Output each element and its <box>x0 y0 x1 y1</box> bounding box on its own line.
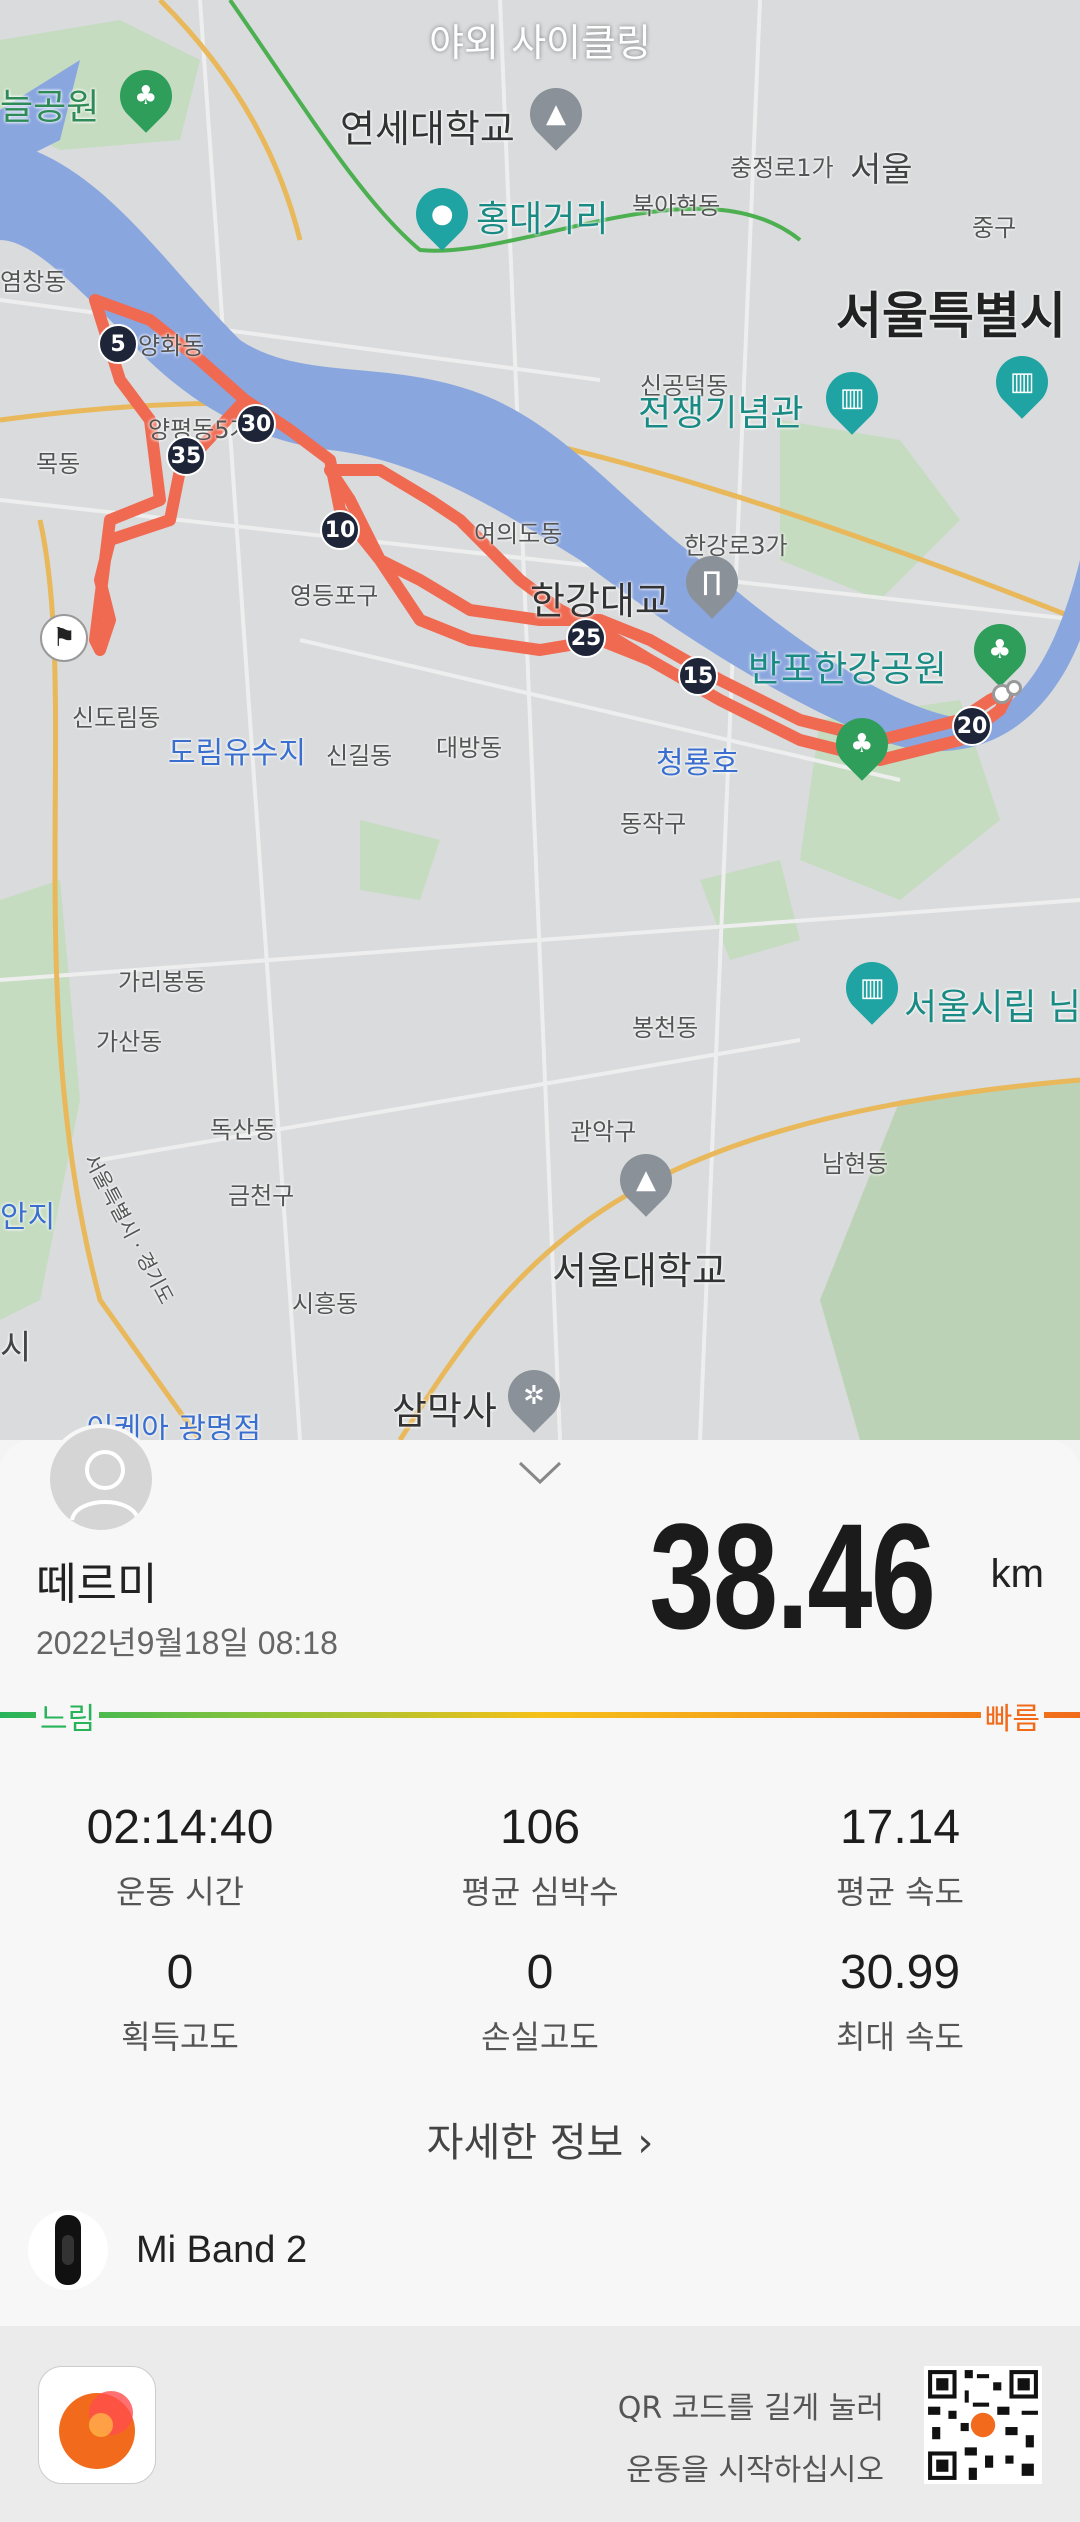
band-device-icon <box>28 2210 108 2290</box>
map-label-si: 시 <box>0 1328 32 1368</box>
map-label-garibong: 가리봉동 <box>118 968 207 996</box>
map-label-anji: 안지 <box>0 1200 56 1235</box>
stat-label: 손실고도 <box>481 2018 599 2056</box>
finish-flag-icon: ⚑ <box>40 614 88 662</box>
map-label-yanghwa: 양화동 <box>138 332 205 360</box>
distance-value: 38.46 <box>649 1492 936 1660</box>
stat-value: 0 <box>526 1946 554 1999</box>
device-row: Mi Band 2 <box>28 2210 307 2290</box>
map-label-seoul-museum: 서울시립 님 <box>904 987 1080 1028</box>
stat-value: 0 <box>166 1946 194 1999</box>
activity-datetime: 2022년9월18일 08:18 <box>36 1625 338 1661</box>
chevron-right-icon: › <box>637 2120 654 2166</box>
stat-value: 30.99 <box>839 1946 961 1999</box>
activity-type-title: 야외 사이클링 <box>429 21 651 65</box>
map-label-hongdae: 홍대거리 <box>476 199 609 240</box>
stat-avg-heart-rate: 106 평균 심박수 <box>360 1800 720 1913</box>
qr-code-icon[interactable] <box>924 2366 1042 2484</box>
stat-value: 17.14 <box>839 1801 961 1854</box>
stat-avg-speed: 17.14 평균 속도 <box>720 1800 1080 1913</box>
device-name: Mi Band 2 <box>136 2228 308 2271</box>
map-label-samaksa: 삼막사 <box>392 1389 497 1433</box>
map-label-hangang-bridge: 한강대교 <box>530 579 670 623</box>
km-marker: 30 <box>236 404 276 444</box>
user-icon <box>70 1450 140 1521</box>
avatar[interactable] <box>46 1424 156 1534</box>
speed-fast-label: 빠름 <box>980 1694 1044 1738</box>
end-point-icon <box>1006 680 1022 696</box>
map-label-seoul-city: 서울특별시 <box>836 287 1066 345</box>
map-label-chungjeongro: 충정로1가 <box>730 154 834 182</box>
qr-text-line1: QR 코드를 길게 눌러 <box>617 2391 884 2426</box>
map-label-hangangro: 한강로3가 <box>684 532 788 560</box>
map-label-sindorim: 신도림동 <box>72 704 161 732</box>
stat-duration: 02:14:40 운동 시간 <box>0 1800 360 1913</box>
map-label-cheongryongho: 청룡호 <box>656 746 739 781</box>
distance-unit: km <box>990 1552 1044 1596</box>
stat-label: 운동 시간 <box>116 1873 244 1911</box>
stat-max-speed: 30.99 최대 속도 <box>720 1945 1080 2058</box>
map-label-dongjak: 동작구 <box>620 810 687 838</box>
speed-legend-bar <box>0 1712 1080 1718</box>
map-label-yeongdeungpo: 영등포구 <box>290 582 379 610</box>
stat-label: 평균 속도 <box>836 1873 964 1911</box>
km-marker: 10 <box>320 510 360 550</box>
map-label-yeomchang: 염창동 <box>0 268 67 296</box>
map-label-siheung: 시흥동 <box>292 1290 359 1318</box>
stat-label: 평균 심박수 <box>461 1873 619 1911</box>
map-label-gwanak: 관악구 <box>570 1118 637 1146</box>
map-label-singil: 신길동 <box>326 742 393 770</box>
km-marker: 5 <box>98 324 138 364</box>
more-info-label: 자세한 정보 <box>426 2120 624 2166</box>
chevron-down-icon[interactable] <box>518 1460 562 1486</box>
map-label-snu: 서울대학교 <box>552 1249 727 1293</box>
stat-label: 획득고도 <box>121 2018 239 2056</box>
map-label-daebang: 대방동 <box>436 734 503 762</box>
app-logo-icon <box>38 2366 156 2484</box>
map-label-war-memorial: 전쟁기념관 <box>638 393 804 434</box>
share-footer: QR 코드를 길게 눌러 운동을 시작하십시오 <box>0 2326 1080 2522</box>
map-label-banpo-park: 반포한강공원 <box>748 649 947 690</box>
qr-text-line2: 운동을 시작하십시오 <box>626 2453 884 2488</box>
stat-label: 최대 속도 <box>836 2018 964 2056</box>
map-label-dorim: 도림유수지 <box>168 736 306 771</box>
km-marker: 20 <box>952 706 992 746</box>
stat-value: 106 <box>499 1801 581 1854</box>
username: 떼르미 <box>36 1559 158 1610</box>
map-label-junggu: 중구 <box>972 214 1017 242</box>
route-map[interactable]: 야외 사이클링 늘공원 ♣ 연세대학교 ▲ ● 홍대거리 충정로1가 서울 북아… <box>0 0 1080 1440</box>
more-info-button[interactable]: 자세한 정보 › <box>0 2110 1080 2168</box>
map-label-yeouido: 여의도동 <box>474 520 563 548</box>
map-label-bongcheon: 봉천동 <box>632 1014 699 1042</box>
map-label-yonsei: 연세대학교 <box>340 107 515 151</box>
km-marker: 35 <box>166 436 206 476</box>
map-label-seoul: 서울 <box>850 150 913 190</box>
map-label-bukahyeon: 북아현동 <box>632 192 721 220</box>
map-label-gasan: 가산동 <box>96 1028 163 1056</box>
qr-instructions: QR 코드를 길게 눌러 운동을 시작하십시오 <box>618 2378 884 2502</box>
stat-elevation-loss: 0 손실고도 <box>360 1945 720 2058</box>
map-label-mok: 목동 <box>36 450 81 478</box>
stats-grid: 02:14:40 운동 시간 106 평균 심박수 17.14 평균 속도 0 획득고도… <box>0 1800 1080 2058</box>
km-marker: 25 <box>566 618 606 658</box>
stat-elevation-gain: 0 획득고도 <box>0 1945 360 2058</box>
map-label-namhyeon: 남현동 <box>822 1150 889 1178</box>
km-marker: 15 <box>678 656 718 696</box>
map-label-park: 늘공원 <box>0 87 100 128</box>
stat-value: 02:14:40 <box>86 1801 274 1854</box>
summary-panel: 떼르미 2022년9월18일 08:18 38.46 km 느림 빠름 02:1… <box>0 1424 1080 2326</box>
speed-slow-label: 느림 <box>36 1694 100 1738</box>
map-label-geumcheon: 금천구 <box>228 1182 295 1210</box>
workout-summary-screen: 야외 사이클링 늘공원 ♣ 연세대학교 ▲ ● 홍대거리 충정로1가 서울 북아… <box>0 0 1080 2522</box>
map-label-doksan: 독산동 <box>210 1116 277 1144</box>
